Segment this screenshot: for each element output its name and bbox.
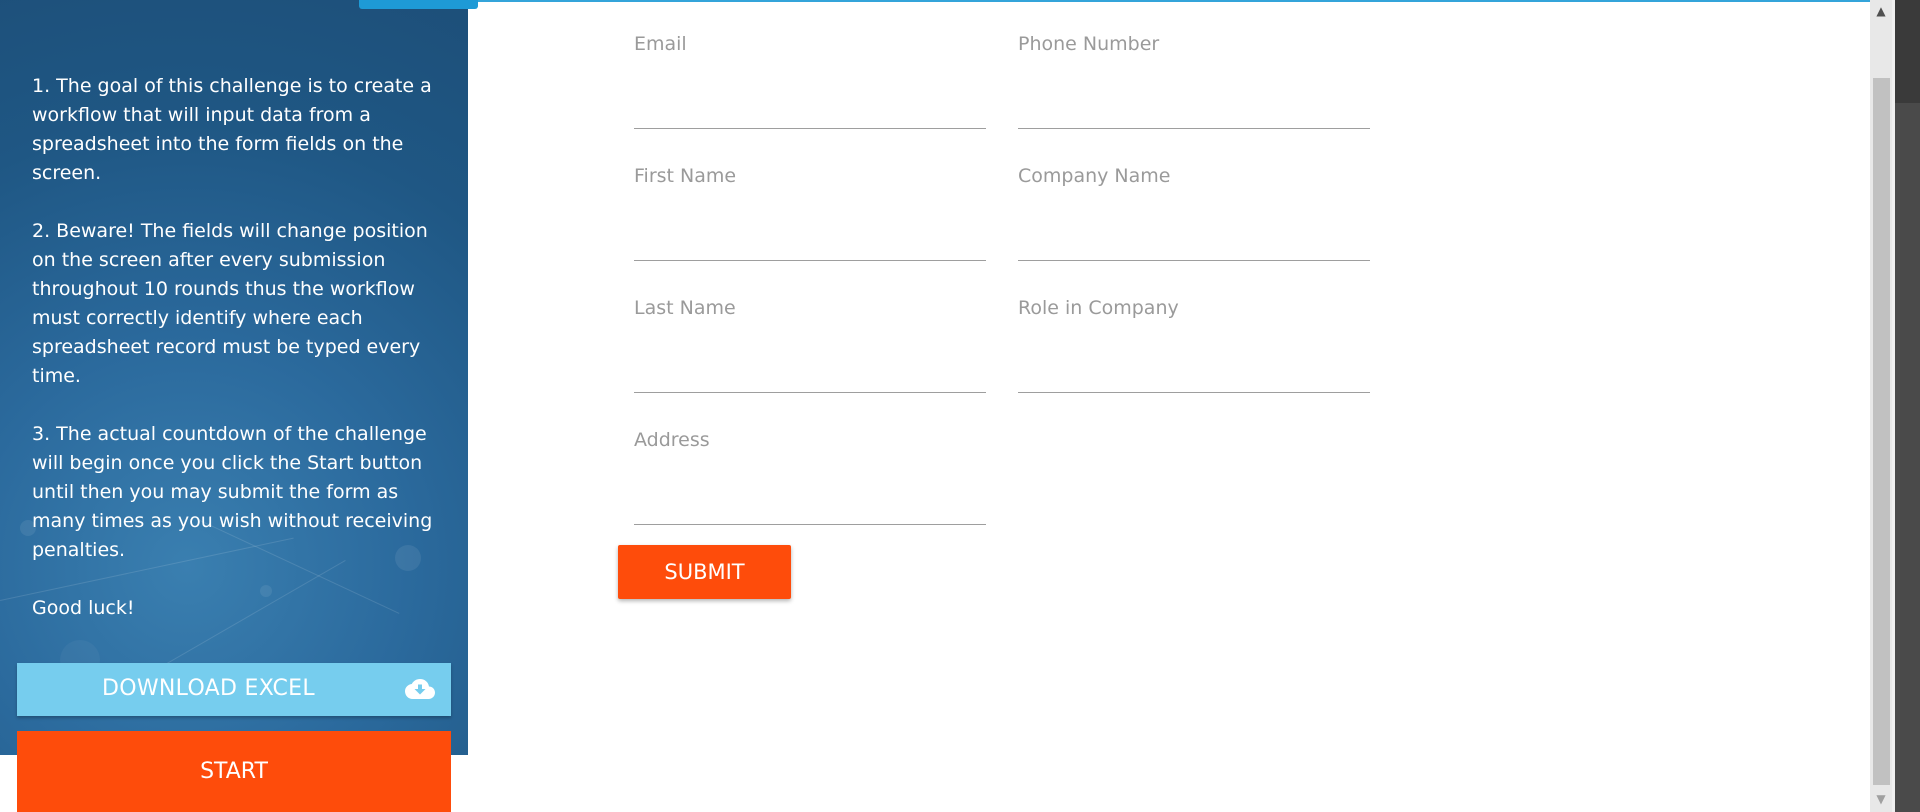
phone-number-field-group: Phone Number (1018, 11, 1370, 129)
address-field-group: Address (634, 407, 986, 525)
sidebar-top-tab (359, 0, 478, 9)
email-input[interactable] (634, 69, 986, 129)
page: 1. The goal of this challenge is to crea… (0, 0, 1920, 812)
instruction-1: 1. The goal of this challenge is to crea… (32, 75, 432, 184)
download-excel-label: DOWNLOAD EXCEL (102, 676, 315, 701)
top-rule (468, 0, 1870, 2)
address-label: Address (634, 429, 710, 451)
address-input[interactable] (634, 465, 986, 525)
email-field-group: Email (634, 11, 986, 129)
role-in-company-label: Role in Company (1018, 297, 1179, 319)
instructions-panel: 1. The goal of this challenge is to crea… (0, 0, 468, 755)
instructions-text: 1. The goal of this challenge is to crea… (32, 72, 442, 652)
last-name-input[interactable] (634, 333, 986, 393)
scroll-up-arrow-icon[interactable]: ▲ (1874, 4, 1888, 18)
cloud-download-icon (405, 679, 435, 699)
start-button[interactable]: START (17, 731, 451, 812)
first-name-field-group: First Name (634, 143, 986, 261)
email-label: Email (634, 33, 687, 55)
company-name-field-group: Company Name (1018, 143, 1370, 261)
outer-scrollbar-thumb[interactable] (1895, 103, 1920, 812)
last-name-field-group: Last Name (634, 275, 986, 393)
phone-number-input[interactable] (1018, 69, 1370, 129)
scrollbar-thumb[interactable] (1873, 78, 1890, 785)
good-luck-text: Good luck! (32, 597, 135, 619)
phone-number-label: Phone Number (1018, 33, 1160, 55)
role-in-company-input[interactable] (1018, 333, 1370, 393)
outer-scrollbar-track[interactable] (1895, 0, 1920, 103)
first-name-input[interactable] (634, 201, 986, 261)
role-in-company-field-group: Role in Company (1018, 275, 1370, 393)
first-name-label: First Name (634, 165, 737, 187)
scrollbar[interactable]: ▲ ▼ (1870, 0, 1920, 812)
scroll-down-arrow-icon[interactable]: ▼ (1874, 792, 1888, 806)
last-name-label: Last Name (634, 297, 736, 319)
company-name-input[interactable] (1018, 201, 1370, 261)
company-name-label: Company Name (1018, 165, 1171, 187)
instruction-3: 3. The actual countdown of the challenge… (32, 423, 433, 561)
submit-button[interactable]: SUBMIT (618, 545, 791, 599)
download-excel-button[interactable]: DOWNLOAD EXCEL (17, 663, 451, 716)
instruction-2: 2. Beware! The fields will change positi… (32, 220, 428, 387)
